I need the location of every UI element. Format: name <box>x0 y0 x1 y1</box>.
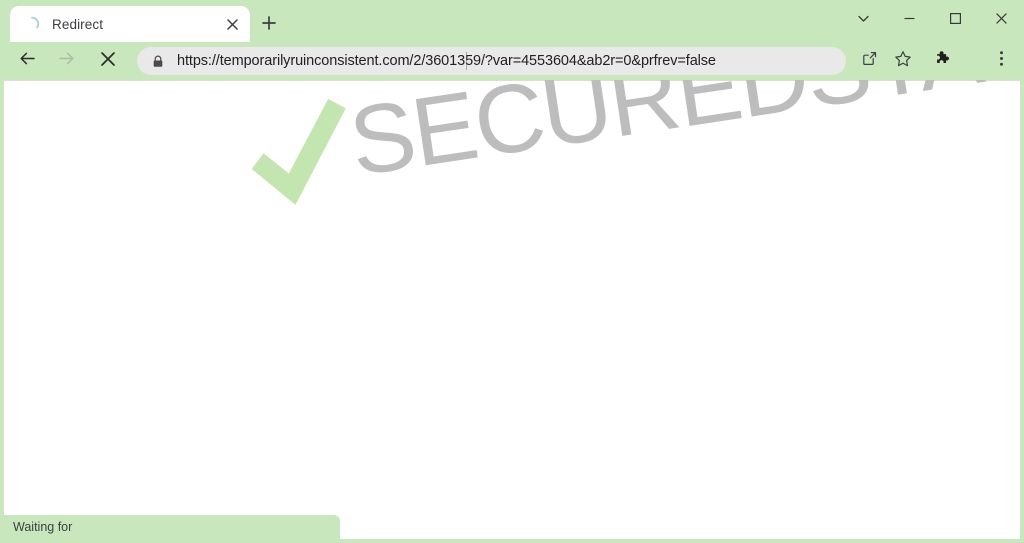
new-tab-button[interactable] <box>256 12 282 38</box>
watermark-text: SECUREDSTATUS <box>342 80 1020 196</box>
lock-icon[interactable] <box>151 54 165 68</box>
stop-loading-button[interactable] <box>91 44 125 78</box>
chevron-down-icon <box>857 12 870 30</box>
close-icon[interactable] <box>222 14 242 34</box>
forward-button[interactable] <box>49 44 83 78</box>
status-bar: Waiting for <box>4 515 340 539</box>
maximize-button[interactable] <box>932 0 978 42</box>
watermark: SECUREDSTATUS <box>234 80 1020 227</box>
close-icon <box>995 12 1008 30</box>
three-dots-icon <box>999 50 1004 72</box>
bookmark-button[interactable] <box>888 46 918 76</box>
star-icon <box>894 50 912 73</box>
tab-title: Redirect <box>52 16 104 32</box>
checkmark-icon <box>236 88 365 223</box>
browser-tab[interactable]: Redirect <box>10 6 250 42</box>
window-frame-bottom <box>0 539 1024 543</box>
stop-loading-icon <box>100 51 116 72</box>
browser-toolbar: https://temporarilyruinconsistent.com/2/… <box>0 42 1024 80</box>
back-button[interactable] <box>10 44 44 78</box>
status-text: Waiting for <box>13 520 73 534</box>
puzzle-piece-icon <box>935 50 952 72</box>
browser-menu-button[interactable] <box>986 46 1016 76</box>
url-text: https://temporarilyruinconsistent.com/2/… <box>177 53 716 69</box>
window-controls <box>840 0 1024 42</box>
content-divider <box>4 80 1020 81</box>
window-frame-right <box>1020 80 1024 543</box>
share-button[interactable] <box>854 46 884 76</box>
tab-search-button[interactable] <box>840 0 886 42</box>
minimize-icon <box>903 12 916 30</box>
loading-spinner-icon <box>24 16 40 32</box>
page-content: SECUREDSTATUS <box>4 80 1020 539</box>
forward-arrow-icon <box>57 49 76 73</box>
maximize-icon <box>949 12 962 30</box>
extensions-button[interactable] <box>928 46 958 76</box>
share-icon <box>861 50 878 72</box>
close-window-button[interactable] <box>978 0 1024 42</box>
tab-strip: Redirect <box>0 0 1024 42</box>
plus-icon <box>262 15 276 35</box>
minimize-button[interactable] <box>886 0 932 42</box>
address-bar[interactable]: https://temporarilyruinconsistent.com/2/… <box>137 47 846 75</box>
browser-window: Redirect https://temporarilyruinconsiste… <box>0 0 1024 543</box>
text-caret <box>466 52 467 70</box>
back-arrow-icon <box>18 49 37 73</box>
